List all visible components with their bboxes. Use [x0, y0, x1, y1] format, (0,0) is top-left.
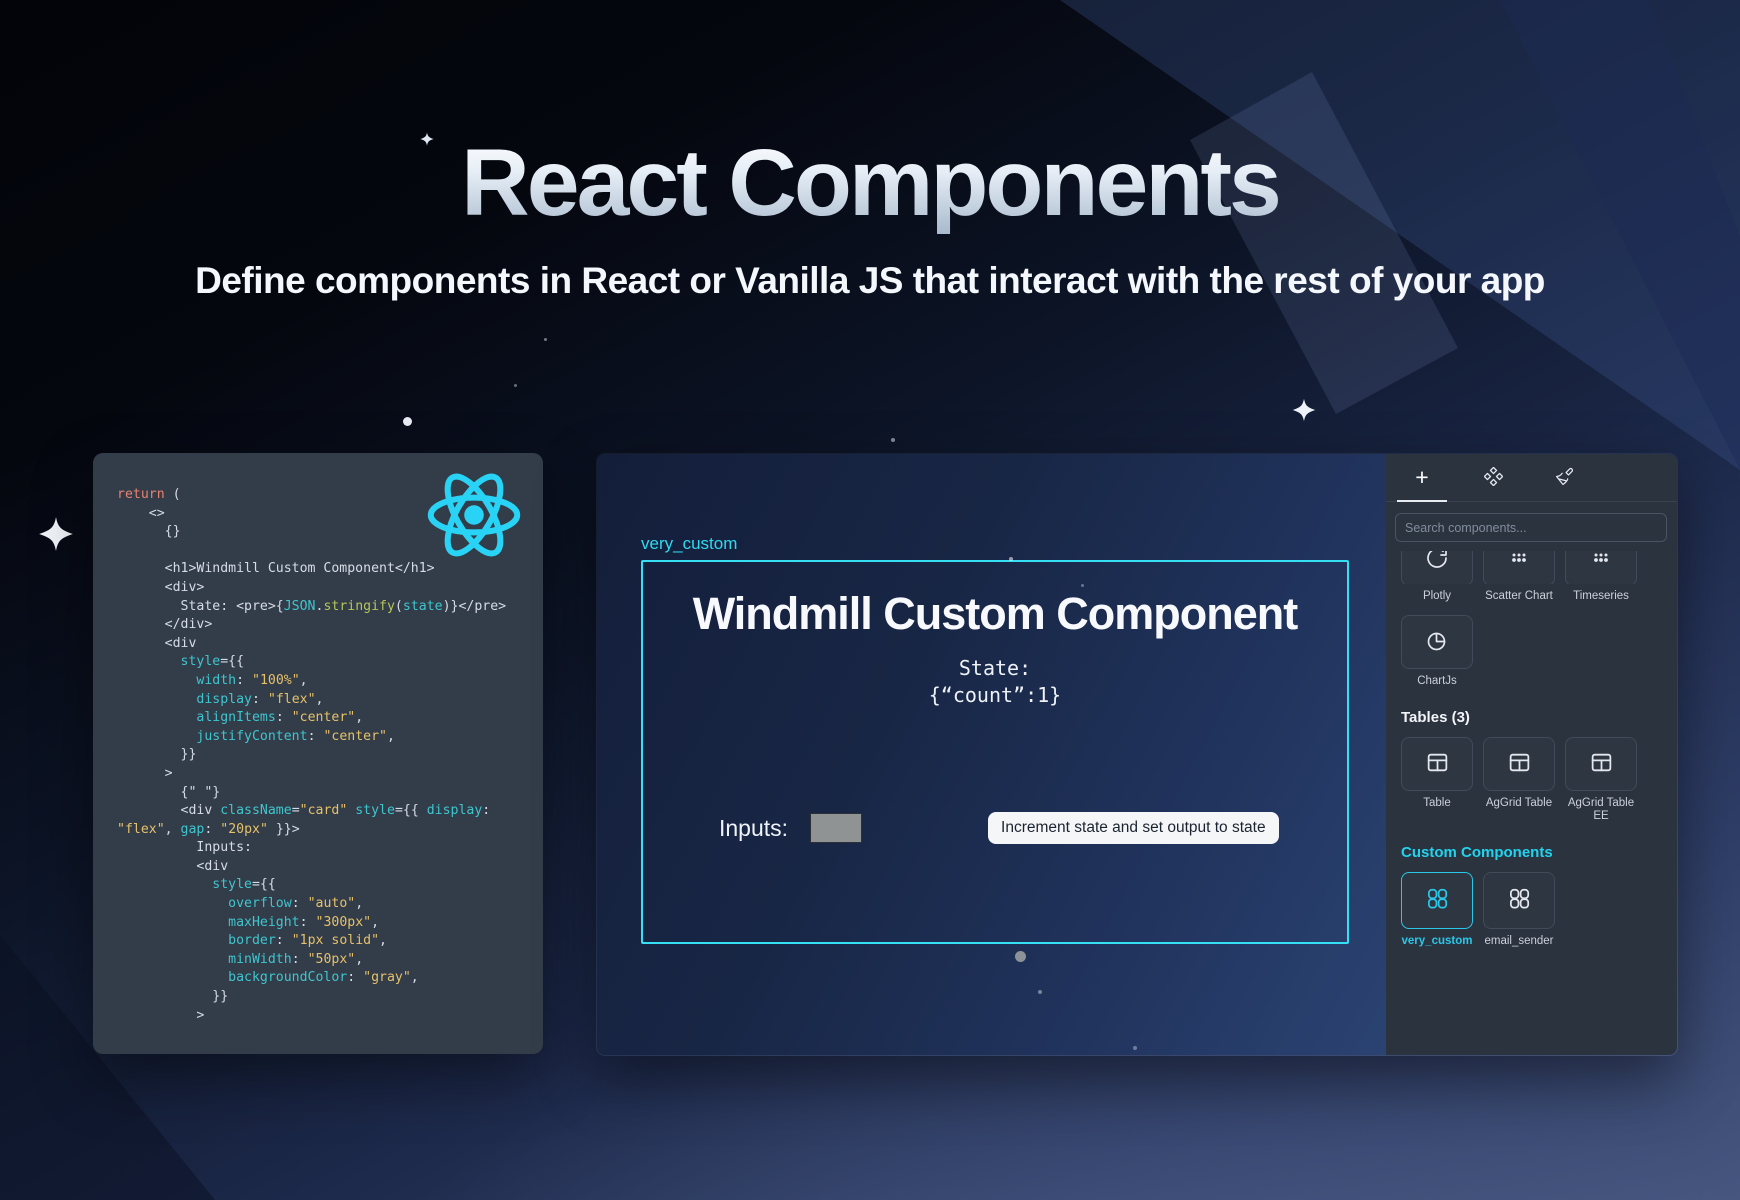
code-line: display: "flex",: [117, 691, 537, 710]
code-line: [117, 542, 537, 561]
hero: React Components Define components in Re…: [0, 134, 1740, 302]
app-builder-window: very_custom Windmill Custom Component St…: [596, 453, 1678, 1056]
tab-components[interactable]: [1473, 454, 1513, 501]
plus-icon: +: [1415, 466, 1428, 489]
paintbrush-icon: [1555, 467, 1574, 489]
star-dot: [1015, 951, 1026, 962]
custom-component-preview[interactable]: Windmill Custom Component State: {“count…: [641, 560, 1349, 944]
star-dot: [1133, 1046, 1137, 1050]
code-editor-panel: return ( <> {} <h1>Windmill Custom Compo…: [93, 453, 543, 1054]
component-card-timeseries[interactable]: Timeseries: [1565, 551, 1637, 603]
table-icon: [1425, 750, 1450, 778]
component-card-very-custom[interactable]: very_custom: [1401, 872, 1473, 948]
code-line: }}: [117, 746, 537, 765]
code-line: }}: [117, 988, 537, 1007]
star-dot: [403, 417, 412, 426]
custom-component-icon: [1506, 887, 1532, 914]
component-input-box[interactable]: [810, 813, 862, 843]
code-line: style={{: [117, 653, 537, 672]
table-icon: [1589, 750, 1614, 778]
code-line: >: [117, 1007, 537, 1026]
plotly-chart-icon: [1425, 551, 1449, 573]
app-canvas[interactable]: very_custom Windmill Custom Component St…: [597, 454, 1386, 1055]
code-line: Inputs:: [117, 839, 537, 858]
code-line: <div: [117, 635, 537, 654]
component-card-plotly[interactable]: Plotly: [1401, 551, 1473, 603]
page-title: React Components: [0, 134, 1740, 234]
code-line: overflow: "auto",: [117, 895, 537, 914]
custom-components-section-title: Custom Components: [1401, 844, 1677, 861]
inputs-row: Inputs: Increment state and set output t…: [719, 812, 1279, 844]
page-subtitle: Define components in React or Vanilla JS…: [0, 260, 1740, 302]
star-dot: [1009, 557, 1013, 561]
sparkle-icon: [1292, 398, 1316, 422]
code-line: <div>: [117, 579, 537, 598]
code-line: State: <pre>{JSON.stringify(state)}</pre…: [117, 598, 537, 617]
diamond-grid-icon: [1484, 467, 1503, 489]
code-line: >: [117, 765, 537, 784]
code-line: minWidth: "50px",: [117, 951, 537, 970]
table-icon: [1507, 750, 1532, 778]
code-line: style={{: [117, 876, 537, 895]
code-line: alignItems: "center",: [117, 709, 537, 728]
component-card-aggrid-table-ee[interactable]: AgGrid Table EE: [1565, 737, 1637, 823]
code-line: maxHeight: "300px",: [117, 914, 537, 933]
pie-chart-icon: [1425, 629, 1449, 656]
panel-tabs: +: [1386, 454, 1677, 502]
code-line: border: "1px solid",: [117, 932, 537, 951]
component-card-scatter-chart[interactable]: Scatter Chart: [1483, 551, 1555, 603]
tab-styling[interactable]: [1544, 454, 1584, 501]
code-line: return (: [117, 486, 537, 505]
state-value: {“count”:1}: [643, 682, 1347, 709]
code-line: <div: [117, 858, 537, 877]
custom-components-row: very_custom email_sender: [1401, 872, 1677, 948]
component-library-panel: +: [1386, 454, 1677, 1055]
code-line: backgroundColor: "gray",: [117, 969, 537, 988]
tables-row: Table AgGrid Table: [1401, 737, 1677, 823]
inputs-label: Inputs:: [719, 815, 788, 842]
panel-body: Plotly Scatter Chart: [1386, 551, 1677, 1055]
scatter-dots-icon: [1507, 551, 1531, 573]
custom-component-icon: [1424, 887, 1450, 914]
star-dot: [891, 438, 895, 442]
chartjs-row: ChartJs: [1401, 615, 1677, 688]
star-dot: [1038, 990, 1042, 994]
star-dot: [1081, 584, 1084, 587]
tables-section-title: Tables (3): [1401, 709, 1677, 726]
component-heading: Windmill Custom Component: [673, 586, 1317, 641]
code-line: <div className="card" style={{ display:: [117, 802, 537, 821]
code-block: return ( <> {} <h1>Windmill Custom Compo…: [117, 486, 537, 1044]
star-dot: [544, 338, 547, 341]
component-card-chartjs[interactable]: ChartJs: [1401, 615, 1473, 688]
state-label: State:: [643, 655, 1347, 682]
star-dot: [514, 384, 517, 387]
component-state: State: {“count”:1}: [643, 655, 1347, 709]
sparkle-icon: [38, 516, 74, 552]
tab-insert-component[interactable]: +: [1402, 454, 1442, 501]
code-line: width: "100%",: [117, 672, 537, 691]
component-card-email-sender[interactable]: email_sender: [1483, 872, 1555, 948]
code-line: justifyContent: "center",: [117, 728, 537, 747]
search-input[interactable]: [1395, 513, 1667, 542]
code-line: </div>: [117, 616, 537, 635]
component-card-aggrid-table[interactable]: AgGrid Table: [1483, 737, 1555, 823]
code-line: <>: [117, 505, 537, 524]
timeseries-dots-icon: [1589, 551, 1613, 573]
increment-state-button[interactable]: Increment state and set output to state: [988, 812, 1279, 844]
code-line: "flex", gap: "20px" }}>: [117, 821, 537, 840]
code-line: <h1>Windmill Custom Component</h1>: [117, 560, 537, 579]
chart-components-row: Plotly Scatter Chart: [1401, 551, 1677, 603]
code-line: {" "}: [117, 784, 537, 803]
selected-component-label: very_custom: [641, 534, 737, 554]
code-line: {}: [117, 523, 537, 542]
component-card-table[interactable]: Table: [1401, 737, 1473, 823]
